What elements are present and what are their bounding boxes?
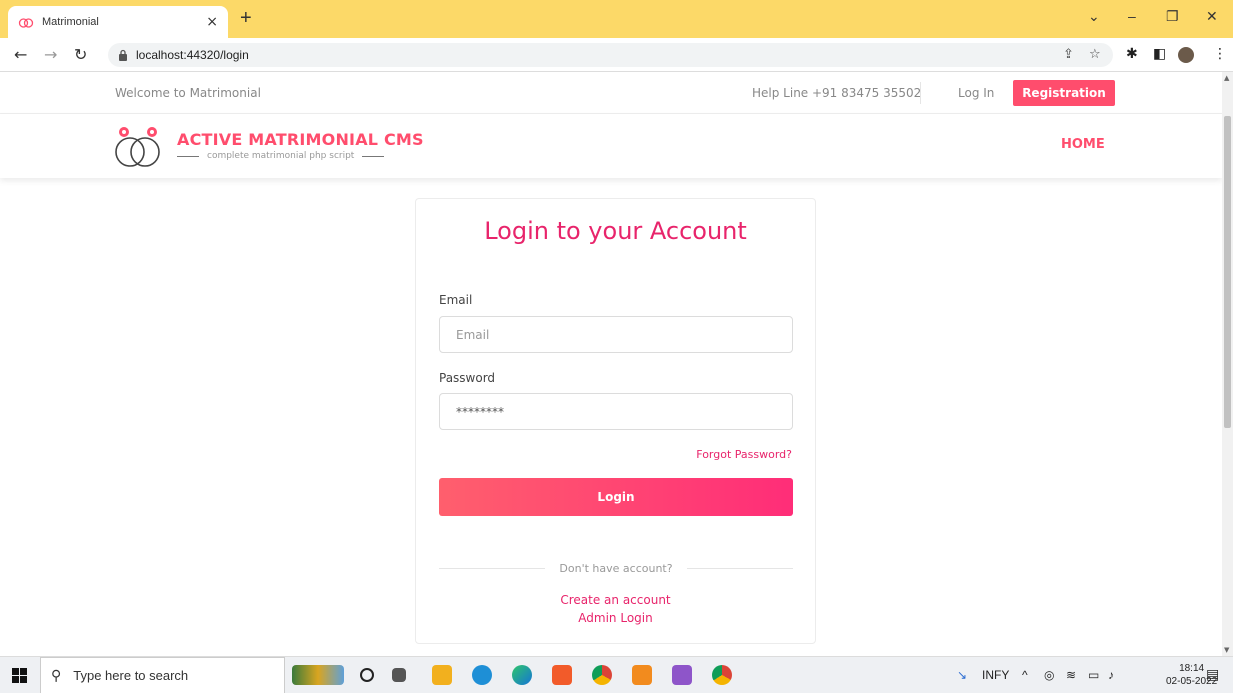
- wifi-icon[interactable]: ≋: [1066, 668, 1076, 682]
- browser-toolbar: ← → ↻ localhost:44320/login ⇪ ☆ ✱ ◧ ⋮: [0, 38, 1233, 72]
- create-account-link[interactable]: Create an account: [416, 593, 815, 607]
- brand-title[interactable]: ACTIVE MATRIMONIAL CMS: [177, 130, 424, 149]
- close-window-button[interactable]: ✕: [1206, 8, 1218, 25]
- search-icon: ⚲: [51, 667, 62, 684]
- brand-tagline: complete matrimonial php script: [177, 151, 385, 161]
- forgot-password-link[interactable]: Forgot Password?: [696, 448, 792, 461]
- url-text: localhost:44320/login: [136, 48, 249, 62]
- chrome-profile-icon[interactable]: [712, 665, 732, 685]
- site-top-bar: Welcome to Matrimonial Help Line +91 834…: [0, 72, 1222, 114]
- profile-avatar[interactable]: [1178, 47, 1194, 63]
- notifications-icon[interactable]: ▤: [1206, 666, 1219, 683]
- windows-taskbar: ⚲ Type here to search ↘ INFY ^ ◎ ≋ ▭ ♪ 1…: [0, 656, 1233, 693]
- tab-search-icon[interactable]: ⌄: [1088, 8, 1100, 25]
- windows-start-icon[interactable]: [12, 668, 27, 683]
- browser-tab-strip: Matrimonial × + ⌄ – ❐ ✕: [0, 0, 1233, 38]
- lock-icon: [119, 49, 127, 61]
- chrome-icon[interactable]: [592, 665, 612, 685]
- site-header: ACTIVE MATRIMONIAL CMS complete matrimon…: [0, 114, 1222, 178]
- tagline-text: complete matrimonial php script: [207, 151, 355, 161]
- menu-kebab-icon[interactable]: ⋮: [1213, 46, 1227, 62]
- password-label: Password: [439, 371, 496, 385]
- brave-icon[interactable]: [552, 665, 572, 685]
- forward-arrow-icon[interactable]: →: [44, 45, 57, 64]
- scroll-up-arrow-icon[interactable]: ▲: [1224, 74, 1229, 82]
- email-input[interactable]: [439, 316, 793, 353]
- side-panel-icon[interactable]: ◧: [1153, 46, 1166, 62]
- sublime-text-icon[interactable]: [632, 665, 652, 685]
- address-bar[interactable]: localhost:44320/login: [108, 43, 1113, 67]
- back-arrow-icon[interactable]: ←: [14, 45, 27, 64]
- cortana-icon[interactable]: [360, 668, 374, 682]
- tagline-dash-left: [177, 155, 199, 157]
- stock-down-arrow-icon: ↘: [957, 668, 968, 682]
- wedding-rings-logo-icon[interactable]: [110, 124, 166, 170]
- rings-icon: [18, 18, 34, 28]
- helpline-text: Help Line +91 83475 35502: [752, 86, 922, 100]
- admin-login-link[interactable]: Admin Login: [416, 611, 815, 625]
- new-tab-button[interactable]: +: [240, 7, 252, 30]
- tagline-dash-right: [362, 155, 385, 157]
- stock-ticker[interactable]: INFY: [982, 668, 1009, 682]
- task-view-icon[interactable]: [392, 668, 406, 682]
- visual-studio-icon[interactable]: [672, 665, 692, 685]
- registration-button[interactable]: Registration: [1013, 80, 1115, 106]
- meet-now-icon[interactable]: ◎: [1044, 668, 1054, 682]
- taskbar-search[interactable]: ⚲ Type here to search: [40, 657, 285, 693]
- password-input[interactable]: [439, 393, 793, 430]
- bookmark-star-icon[interactable]: ☆: [1089, 47, 1101, 62]
- welcome-text: Welcome to Matrimonial: [115, 86, 261, 100]
- scrollbar-thumb[interactable]: [1224, 116, 1231, 428]
- login-button[interactable]: Login: [439, 478, 793, 516]
- browser-tab[interactable]: Matrimonial ×: [8, 6, 228, 38]
- restore-button[interactable]: ❐: [1166, 8, 1179, 25]
- minimize-button[interactable]: –: [1128, 8, 1136, 24]
- scroll-down-arrow-icon[interactable]: ▼: [1224, 646, 1229, 654]
- file-explorer-icon[interactable]: [432, 665, 452, 685]
- login-title: Login to your Account: [484, 217, 747, 245]
- login-link[interactable]: Log In: [958, 86, 994, 100]
- battery-icon[interactable]: ▭: [1088, 668, 1099, 682]
- extensions-puzzle-icon[interactable]: ✱: [1126, 46, 1138, 62]
- festival-widget-icon[interactable]: [292, 665, 344, 685]
- no-account-text: Don't have account?: [559, 562, 673, 575]
- tab-title: Matrimonial: [42, 16, 99, 28]
- login-card: Login to your Account Email Password For…: [415, 198, 816, 644]
- email-label: Email: [439, 293, 473, 307]
- show-hidden-icons-chevron-icon[interactable]: ^: [1022, 668, 1028, 682]
- skype-icon[interactable]: [472, 665, 492, 685]
- share-icon[interactable]: ⇪: [1063, 47, 1074, 62]
- divider: [920, 82, 921, 104]
- nav-home[interactable]: HOME: [1061, 137, 1105, 152]
- edge-icon[interactable]: [512, 665, 532, 685]
- reload-icon[interactable]: ↻: [74, 45, 87, 64]
- volume-icon[interactable]: ♪: [1108, 668, 1114, 682]
- account-divider: Don't have account?: [439, 562, 793, 575]
- page-scrollbar[interactable]: ▲ ▼: [1222, 72, 1233, 656]
- taskbar-search-placeholder: Type here to search: [73, 668, 189, 683]
- tab-close-icon[interactable]: ×: [206, 14, 218, 30]
- divider-line-left: [439, 568, 546, 569]
- divider-line-right: [686, 568, 793, 569]
